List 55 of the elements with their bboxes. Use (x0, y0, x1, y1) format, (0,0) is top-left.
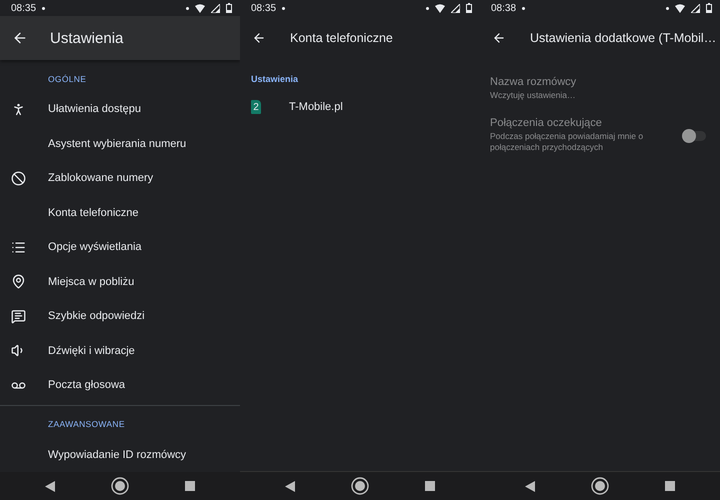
signal-icon (211, 4, 220, 12)
section-header: ZAAWANSOWANE (47, 418, 126, 432)
home-button[interactable] (111, 477, 129, 495)
status-time: 08:35 (11, 2, 36, 14)
notification-dot-icon (42, 6, 46, 10)
home-button[interactable] (351, 477, 369, 495)
screen-title: Konta telefoniczne (290, 31, 393, 45)
back-button[interactable] (45, 480, 55, 492)
preference-summary: Wczytuję ustawienia… (490, 90, 577, 101)
settings-item[interactable]: Zablokowane numery (0, 161, 240, 196)
settings-item[interactable]: Dźwięki i wibracje (0, 334, 240, 368)
preference-title: Połączenia oczekujące (490, 117, 603, 129)
preference-summary: Podczas połączenia powiadamiaj mnie o połączeniach przychodzących (490, 131, 644, 153)
item-icon (10, 240, 26, 255)
account-name: T-Mobile.pl (289, 101, 343, 113)
item-icon (10, 170, 26, 186)
notification-dot-icon (522, 6, 526, 10)
settings-item[interactable]: Ułatwienia dostępu (0, 92, 240, 126)
preference-title: Nazwa rozmówcy (490, 76, 578, 88)
notification-dot-icon (282, 6, 286, 10)
status-time: 08:35 (251, 2, 276, 14)
section-header: OGÓLNE (47, 73, 88, 86)
wifi-icon (195, 4, 205, 12)
back-button[interactable] (492, 31, 506, 45)
settings-item[interactable]: Opcje wyświetlania (0, 230, 240, 264)
notification-dot-icon (426, 6, 429, 10)
settings-item[interactable]: Wypowiadanie ID rozmówcy (0, 437, 240, 472)
home-button[interactable] (591, 477, 609, 495)
notification-dot-icon (666, 6, 669, 10)
wifi-icon (675, 4, 685, 12)
section-header: Ustawienia (250, 73, 300, 86)
battery-icon (226, 3, 232, 13)
settings-item[interactable]: Asystent wybierania numeru (0, 126, 240, 161)
back-button[interactable] (285, 480, 295, 492)
account-item[interactable]: 2 T-Mobile.pl (240, 92, 480, 122)
wifi-icon (435, 4, 445, 12)
settings-item[interactable]: Poczta głosowa (0, 368, 240, 402)
item-icon (10, 343, 26, 358)
screen-title: Ustawienia (50, 30, 124, 46)
settings-item[interactable]: Miejsca w pobliżu (0, 264, 240, 299)
battery-icon (466, 3, 472, 13)
settings-item[interactable]: Konta telefoniczne (0, 196, 240, 230)
signal-icon (451, 4, 460, 12)
battery-icon (706, 3, 712, 13)
status-time: 08:38 (491, 2, 516, 14)
sim-icon: 2 (251, 100, 261, 114)
back-button[interactable] (12, 30, 28, 46)
screen-title: Ustawienia dodatkowe (T-Mobil… (530, 31, 716, 45)
item-icon (10, 308, 26, 324)
settings-item[interactable]: Szybkie odpowiedzi (0, 299, 240, 334)
back-button[interactable] (252, 31, 266, 45)
notification-dot-icon (186, 6, 189, 10)
back-button[interactable] (525, 480, 535, 492)
signal-icon (691, 4, 700, 12)
item-icon (10, 274, 26, 290)
